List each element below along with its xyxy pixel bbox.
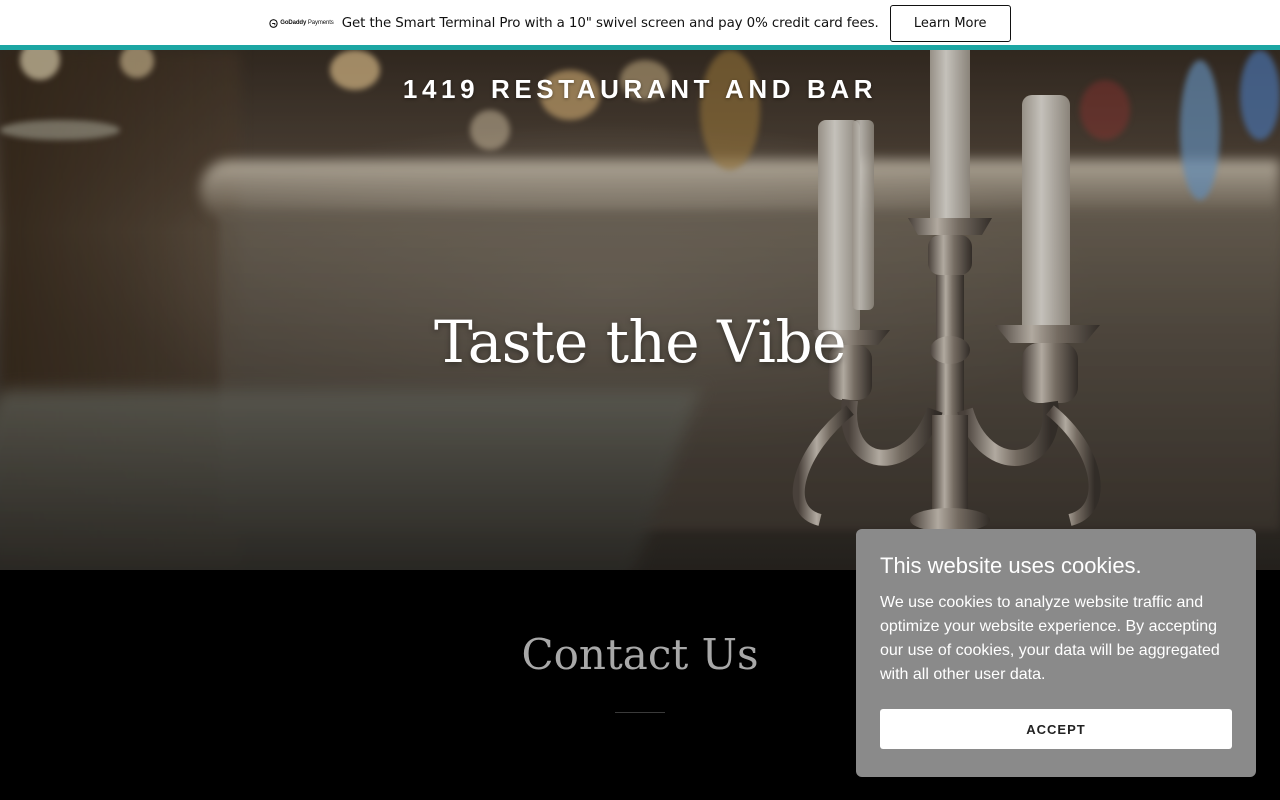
logo-brand-text: GoDaddy [280,20,307,26]
hero-section: 1419 RESTAURANT AND BAR Taste the Vibe [0,50,1280,570]
cookie-banner-title: This website uses cookies. [880,553,1142,578]
section-divider [615,712,665,713]
promo-message: Get the Smart Terminal Pro with a 10" sw… [341,15,879,31]
cookie-accept-button[interactable]: ACCEPT [880,709,1232,749]
logo-product-text: Payments [307,20,334,26]
site-title[interactable]: 1419 RESTAURANT AND BAR [0,74,1280,105]
godaddy-payments-logo: GoDaddy Payments [269,17,334,29]
godaddy-logo-icon [269,18,278,28]
learn-more-button[interactable]: Learn More [889,4,1011,42]
promo-bar: GoDaddy Payments Get the Smart Terminal … [0,0,1280,46]
cookie-banner-body: We use cookies to analyze website traffi… [880,594,1220,683]
cookie-banner: This website uses cookies. We use cookie… [856,529,1256,777]
hero-heading: Taste the Vibe [434,308,846,376]
